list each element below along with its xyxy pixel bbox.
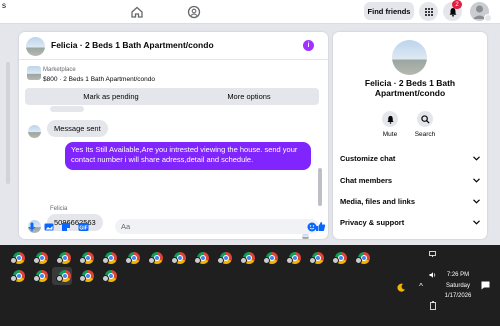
top-navigation-bar: s Find friends 2 bbox=[0, 0, 500, 24]
message-composer: GIF Aa bbox=[19, 214, 328, 239]
mark-as-pending-button[interactable]: Mark as pending bbox=[25, 88, 197, 105]
chrome-taskbar-icon[interactable] bbox=[102, 251, 118, 265]
chat-header: Felicia · 2 Beds 1 Bath Apartment/condo … bbox=[19, 32, 328, 60]
sender-name: Felicia bbox=[50, 206, 68, 212]
listing-thumbnail bbox=[27, 66, 41, 80]
message-bubble-sent: Yes Its Still Available,Are you intreste… bbox=[65, 142, 311, 170]
marketplace-listing-row[interactable]: Marketplace $800 · 2 Beds 1 Bath Apartme… bbox=[19, 61, 328, 89]
chrome-taskbar-icon[interactable] bbox=[125, 251, 141, 265]
image-attach-icon[interactable] bbox=[43, 221, 54, 232]
chrome-taskbar-icon[interactable] bbox=[33, 269, 49, 283]
chrome-taskbar-icon[interactable] bbox=[309, 251, 325, 265]
chrome-taskbar-icon[interactable] bbox=[240, 251, 256, 265]
windows-taskbar: ^ 7:26 PM Saturday 1/17/2026 bbox=[0, 245, 500, 326]
chat-title[interactable]: Felicia · 2 Beds 1 Bath Apartment/condo bbox=[51, 40, 214, 50]
info-icon[interactable]: i bbox=[303, 40, 314, 51]
network-icon[interactable] bbox=[428, 250, 438, 260]
more-options-button[interactable]: More options bbox=[179, 88, 319, 105]
chat-scrollbar-thumb[interactable] bbox=[318, 168, 322, 206]
chrome-taskbar-icon[interactable] bbox=[33, 251, 49, 265]
search-label[interactable]: Search bbox=[410, 131, 440, 138]
home-icon[interactable] bbox=[128, 3, 146, 21]
chrome-taskbar-icon[interactable] bbox=[10, 269, 26, 283]
marketplace-label: Marketplace bbox=[43, 67, 76, 73]
find-friends-button[interactable]: Find friends bbox=[364, 2, 414, 20]
section-customize-chat[interactable]: Customize chat bbox=[340, 151, 480, 165]
listing-description: $800 · 2 Beds 1 Bath Apartment/condo bbox=[43, 76, 156, 83]
listing-avatar-house-image bbox=[392, 40, 427, 75]
chrome-taskbar-icon[interactable] bbox=[56, 251, 72, 265]
chrome-taskbar-icon[interactable] bbox=[102, 269, 118, 283]
section-privacy-support[interactable]: Privacy & support bbox=[340, 215, 480, 229]
groups-icon[interactable] bbox=[185, 3, 203, 21]
chevron-down-icon bbox=[473, 177, 480, 183]
page-scrollbar[interactable] bbox=[6, 62, 10, 184]
chrome-taskbar-icon[interactable] bbox=[194, 251, 210, 265]
menu-grid-icon[interactable] bbox=[419, 2, 438, 21]
section-media-files-links[interactable]: Media, files and links bbox=[340, 194, 480, 208]
message-bubble-received: Message sent bbox=[47, 120, 108, 137]
chrome-taskbar-icon[interactable] bbox=[286, 251, 302, 265]
microphone-icon[interactable] bbox=[26, 221, 37, 232]
chevron-down-icon bbox=[473, 198, 480, 204]
message-input[interactable]: Aa bbox=[115, 219, 319, 234]
section-chat-members[interactable]: Chat members bbox=[340, 173, 480, 187]
chrome-taskbar-icon[interactable] bbox=[10, 251, 26, 265]
night-light-moon-icon[interactable] bbox=[395, 283, 407, 294]
clock-time[interactable]: 7:26 PM bbox=[440, 272, 476, 278]
sticker-icon[interactable] bbox=[60, 221, 71, 232]
mute-bell-icon[interactable] bbox=[382, 111, 398, 127]
chrome-taskbar-icon[interactable] bbox=[263, 251, 279, 265]
account-menu-chevron-icon[interactable] bbox=[484, 14, 492, 22]
battery-icon[interactable] bbox=[428, 301, 438, 312]
chrome-taskbar-icon[interactable] bbox=[171, 251, 187, 265]
chat-window: Felicia · 2 Beds 1 Bath Apartment/condo … bbox=[19, 32, 328, 239]
thumbs-up-icon[interactable] bbox=[315, 221, 326, 232]
clock-day[interactable]: Saturday bbox=[440, 283, 476, 289]
previous-message-fragment bbox=[50, 106, 84, 112]
chrome-taskbar-icon[interactable] bbox=[355, 251, 371, 265]
notification-center-icon[interactable] bbox=[479, 281, 491, 292]
chat-avatar-house-image[interactable] bbox=[26, 37, 45, 56]
chrome-taskbar-icon[interactable] bbox=[332, 251, 348, 265]
volume-icon[interactable] bbox=[428, 271, 438, 281]
chrome-taskbar-icon[interactable] bbox=[148, 251, 164, 265]
section-label: Customize chat bbox=[340, 153, 396, 163]
svg-text:GIF: GIF bbox=[79, 225, 87, 231]
section-label: Chat members bbox=[340, 175, 393, 185]
chrome-taskbar-icon[interactable] bbox=[79, 269, 95, 283]
sender-avatar bbox=[28, 125, 41, 138]
section-label: Media, files and links bbox=[340, 196, 416, 206]
chat-info-panel: Felicia · 2 Beds 1 Bath Apartment/condo … bbox=[333, 32, 487, 239]
message-list: Message sent Yes Its Still Available,Are… bbox=[19, 106, 328, 239]
tray-overflow-chevron-icon[interactable]: ^ bbox=[416, 282, 426, 291]
search-icon[interactable] bbox=[417, 111, 433, 127]
notification-count-badge: 2 bbox=[452, 0, 462, 9]
section-label: Privacy & support bbox=[340, 217, 405, 227]
cropped-text: s bbox=[2, 1, 6, 10]
chrome-taskbar-icon[interactable] bbox=[217, 251, 233, 265]
mute-label[interactable]: Mute bbox=[375, 131, 405, 138]
chrome-taskbar-icon[interactable] bbox=[56, 269, 72, 283]
chevron-down-icon bbox=[473, 219, 480, 225]
gif-icon[interactable]: GIF bbox=[78, 221, 89, 232]
clock-date[interactable]: 1/17/2026 bbox=[440, 293, 476, 299]
info-panel-title: Felicia · 2 Beds 1 Bath Apartment/condo bbox=[364, 78, 456, 98]
chevron-down-icon bbox=[473, 155, 480, 161]
chrome-taskbar-icon[interactable] bbox=[79, 251, 95, 265]
